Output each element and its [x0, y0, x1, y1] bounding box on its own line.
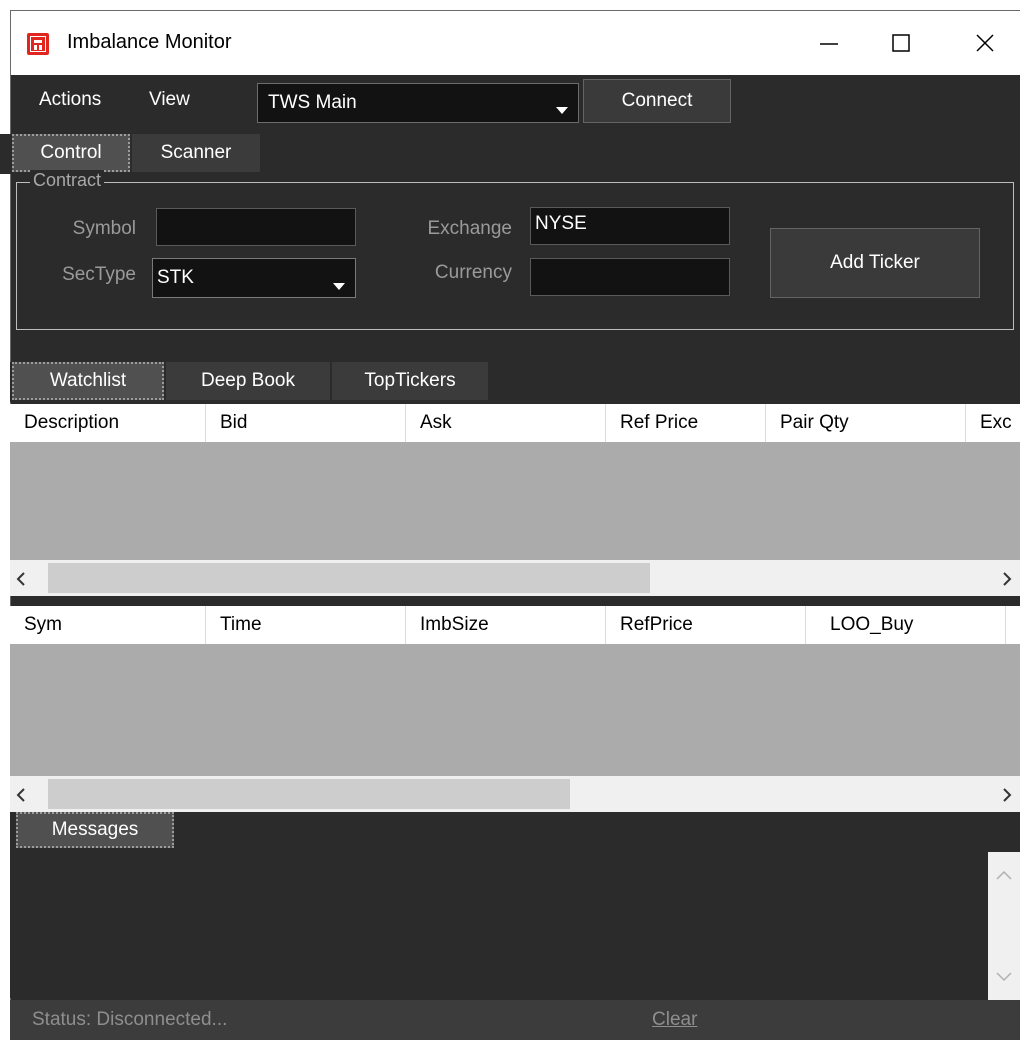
minimize-icon — [820, 34, 838, 52]
menu-view[interactable]: View — [149, 89, 190, 111]
dropdown-arrow-icon — [556, 99, 568, 121]
watchlist-hscrollbar[interactable] — [10, 560, 1020, 596]
messages-vscrollbar[interactable] — [988, 852, 1020, 1000]
tab-control[interactable]: Control — [12, 134, 130, 172]
watchlist-body[interactable] — [10, 442, 1020, 560]
currency-input[interactable] — [530, 258, 730, 296]
imbalance-body[interactable] — [10, 644, 1020, 776]
column-header[interactable]: Pair Qty — [766, 404, 966, 442]
add-ticker-button[interactable]: Add Ticker — [770, 228, 980, 298]
exchange-input[interactable]: NYSE — [530, 207, 730, 245]
tab-deep-book[interactable]: Deep Book — [166, 362, 330, 400]
column-header[interactable]: Description — [10, 404, 206, 442]
sectype-select-value: STK — [157, 267, 194, 288]
connection-select[interactable]: TWS Main — [257, 83, 579, 123]
tab-watchlist[interactable]: Watchlist — [12, 362, 164, 400]
scroll-thumb[interactable] — [48, 779, 570, 809]
symbol-input[interactable] — [156, 208, 356, 246]
exchange-input-value: NYSE — [535, 213, 587, 234]
menu-actions[interactable]: Actions — [39, 89, 101, 111]
scroll-left-icon[interactable] — [16, 570, 26, 592]
window-title: Imbalance Monitor — [67, 31, 232, 53]
messages-area[interactable] — [10, 848, 1020, 998]
connection-select-value: TWS Main — [268, 92, 357, 113]
column-header[interactable]: Exc — [966, 404, 1020, 442]
column-header[interactable]: LOO_Buy — [806, 606, 1006, 644]
scroll-right-icon[interactable] — [1002, 570, 1012, 592]
menu-bar: Actions View TWS Main Connect — [11, 75, 1020, 135]
currency-label: Currency — [434, 262, 512, 283]
tab-messages[interactable]: Messages — [16, 812, 174, 848]
top-tabstrip: Control Scanner — [0, 134, 1020, 174]
status-bar: Status: Disconnected... Clear — [10, 1000, 1020, 1040]
tab-scanner[interactable]: Scanner — [132, 134, 260, 172]
scroll-up-icon[interactable] — [996, 864, 1012, 886]
imbalance-header: Sym Time ImbSize RefPrice LOO_Buy — [10, 606, 1020, 644]
tab-toptickers[interactable]: TopTickers — [332, 362, 488, 400]
sectype-label: SecType — [62, 264, 136, 285]
watchlist-header: Description Bid Ask Ref Price Pair Qty E… — [10, 404, 1020, 442]
exchange-label: Exchange — [427, 218, 512, 239]
scroll-left-icon[interactable] — [16, 786, 26, 808]
maximize-icon — [892, 34, 910, 52]
imbalance-hscrollbar[interactable] — [10, 776, 1020, 812]
column-header[interactable]: Time — [206, 606, 406, 644]
clear-link[interactable]: Clear — [652, 1009, 697, 1031]
column-header[interactable]: RefPrice — [606, 606, 806, 644]
contract-legend: Contract — [30, 170, 105, 191]
column-header[interactable]: Ref Price — [606, 404, 766, 442]
symbol-label: Symbol — [72, 218, 136, 239]
status-text: Status: Disconnected... — [32, 1009, 228, 1030]
close-button[interactable] — [949, 11, 1020, 75]
data-tabstrip: Watchlist Deep Book TopTickers — [10, 362, 1020, 402]
connect-button[interactable]: Connect — [583, 79, 731, 123]
column-header[interactable]: Bid — [206, 404, 406, 442]
minimize-button[interactable] — [793, 11, 865, 75]
close-icon — [976, 34, 994, 52]
column-header[interactable]: ImbSize — [406, 606, 606, 644]
app-logo-icon — [27, 33, 49, 55]
maximize-button[interactable] — [865, 11, 937, 75]
scroll-right-icon[interactable] — [1002, 786, 1012, 808]
messages-tabstrip: Messages — [10, 812, 1020, 850]
scroll-thumb[interactable] — [48, 563, 650, 593]
sectype-select[interactable]: STK — [152, 258, 356, 298]
column-header[interactable]: Sym — [10, 606, 206, 644]
title-bar[interactable]: Imbalance Monitor — [11, 11, 1020, 75]
dropdown-arrow-icon — [333, 275, 345, 297]
scroll-down-icon[interactable] — [996, 966, 1012, 988]
column-header[interactable]: Ask — [406, 404, 606, 442]
